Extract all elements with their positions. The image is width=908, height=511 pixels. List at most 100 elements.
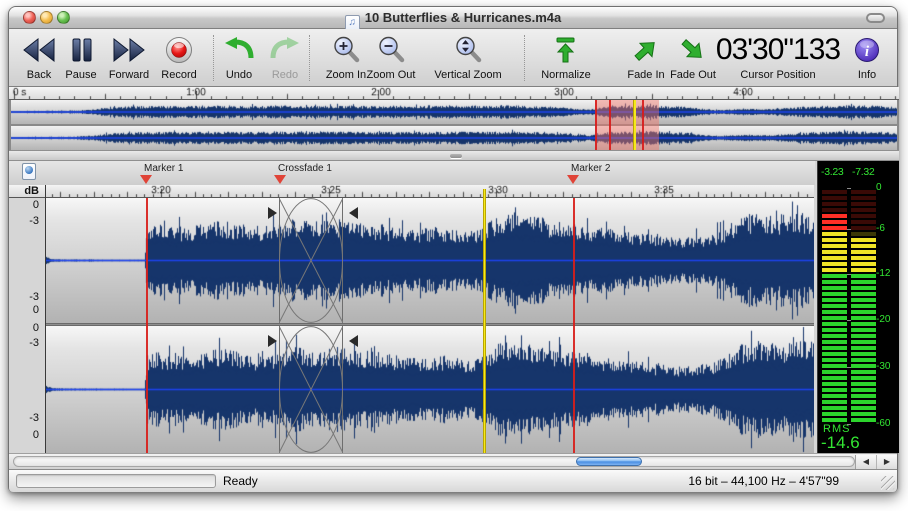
marker-label: Crossfade 1	[278, 163, 332, 174]
meter-segment	[851, 340, 876, 344]
meter-segment	[851, 196, 876, 200]
meter-segment	[851, 202, 876, 206]
meter-segment	[822, 328, 847, 332]
meter-tick	[847, 367, 851, 368]
meter-scale-label: -6	[876, 224, 898, 234]
toolbar-toggle-pill[interactable]	[866, 13, 885, 23]
meter-segment	[851, 406, 876, 410]
meter-segment	[851, 346, 876, 350]
meter-segment	[822, 388, 847, 392]
meter-segment	[822, 292, 847, 296]
time-ruler[interactable]	[46, 185, 814, 198]
crossfade-handle-right-icon[interactable]	[349, 207, 358, 219]
divider-grip-icon[interactable]	[450, 154, 462, 158]
meter-tick	[847, 229, 851, 230]
waveform-channel-right[interactable]	[46, 326, 814, 453]
resize-grip[interactable]	[881, 476, 895, 490]
meter-scale-label: -60	[876, 419, 898, 429]
db-scale-value: -3	[29, 215, 39, 227]
db-scale-column: dB 0-3-300-3-30	[9, 161, 46, 453]
meter-scale-label: -20	[876, 315, 898, 325]
meter-segment	[851, 208, 876, 212]
window-title-wrap: ♫10 Butterflies & Hurricanes.m4a	[9, 10, 897, 31]
meter-segment	[822, 196, 847, 200]
crossfade-handle-right-icon[interactable]	[349, 335, 358, 347]
peak-value-left: -3.23	[821, 166, 843, 178]
cursor-position-label: Cursor Position	[706, 69, 850, 82]
crossfade-envelope[interactable]	[279, 198, 343, 323]
meter-tick	[847, 188, 851, 189]
crossfade-handle-left-icon[interactable]	[268, 207, 277, 219]
marker-triangle-icon[interactable]	[274, 175, 286, 184]
info-label: Info	[832, 69, 902, 82]
meter-scale-label: 0	[876, 183, 898, 193]
db-scale-value: 0	[33, 304, 39, 316]
meter-scale-label: -30	[876, 362, 898, 372]
meter-segment	[851, 322, 876, 326]
title-bar[interactable]: ♫10 Butterflies & Hurricanes.m4a	[9, 7, 897, 29]
marker-triangle-icon[interactable]	[140, 175, 152, 184]
meter-segment	[851, 238, 876, 242]
waveform-channel-left[interactable]	[46, 198, 814, 323]
horizontal-scrollbar[interactable]: ◀ ▶	[9, 453, 897, 469]
meter-segment	[822, 322, 847, 326]
scroll-right-button[interactable]: ▶	[877, 455, 897, 469]
meter-segment	[851, 316, 876, 320]
meter-segment	[851, 250, 876, 254]
meter-segment	[822, 268, 847, 272]
pane-divider[interactable]	[9, 150, 899, 161]
meter-segment	[822, 202, 847, 206]
meter-segment	[822, 316, 847, 320]
meter-segment	[851, 382, 876, 386]
crossfade-handle-left-icon[interactable]	[268, 335, 277, 347]
meter-segment	[851, 292, 876, 296]
meter-segment	[822, 406, 847, 410]
meter-tick	[847, 424, 851, 425]
meter-segment	[822, 286, 847, 290]
meter-segment	[851, 280, 876, 284]
db-scale-value: -3	[29, 337, 39, 349]
marker-triangle-icon[interactable]	[567, 175, 579, 184]
meter-segment	[822, 340, 847, 344]
overview-marker-line	[609, 100, 611, 150]
marker-line	[573, 198, 575, 453]
vertical-zoom-button[interactable]: Vertical Zoom	[423, 31, 513, 85]
meter-segment	[851, 400, 876, 404]
overview-waveforms[interactable]	[9, 100, 899, 150]
meter-segment	[822, 382, 847, 386]
meter-segment	[822, 190, 847, 194]
meter-segment	[851, 394, 876, 398]
info-button[interactable]: i Info	[832, 31, 902, 85]
info-icon: i	[832, 31, 902, 69]
meter-segment	[851, 352, 876, 356]
app-window: ♫10 Butterflies & Hurricanes.m4a Back Pa…	[8, 6, 898, 492]
overview-selection[interactable]	[595, 100, 659, 150]
db-scale-value: 0	[33, 429, 39, 441]
meter-segment	[851, 388, 876, 392]
status-bar: Ready 16 bit – 44,100 Hz – 4'57"99	[9, 469, 897, 492]
overview-time-ruler[interactable]	[9, 87, 899, 100]
meter-segment	[822, 226, 847, 230]
scrollbar-thumb[interactable]	[576, 457, 642, 466]
db-scale-value: -3	[29, 291, 39, 303]
editor-pane: Marker 1Crossfade 1Marker 2 dB 0-3-300-3…	[9, 161, 897, 453]
marker-lane[interactable]: Marker 1Crossfade 1Marker 2	[9, 161, 815, 185]
meter-segment	[851, 364, 876, 368]
meter-segment	[851, 190, 876, 194]
meter-segment	[851, 358, 876, 362]
overview-waveform-left[interactable]	[11, 100, 897, 124]
magnifier-minus-icon	[356, 31, 426, 69]
scrollbar-track[interactable]	[13, 456, 855, 467]
meter-segment	[851, 310, 876, 314]
crossfade-envelope[interactable]	[279, 326, 343, 453]
cursor-position-value: 03'30"133	[706, 31, 850, 69]
toolbar-separator	[524, 35, 525, 81]
status-text: Ready	[223, 474, 258, 488]
db-scale-value: -3	[29, 412, 39, 424]
meter-segment	[822, 352, 847, 356]
scroll-left-button[interactable]: ◀	[856, 455, 877, 469]
zoom-out-button[interactable]: Zoom Out	[356, 31, 426, 85]
normalize-button[interactable]: Normalize	[531, 31, 601, 85]
scrollbar-arrows: ◀ ▶	[855, 455, 897, 469]
overview-waveform-right[interactable]	[11, 126, 897, 150]
